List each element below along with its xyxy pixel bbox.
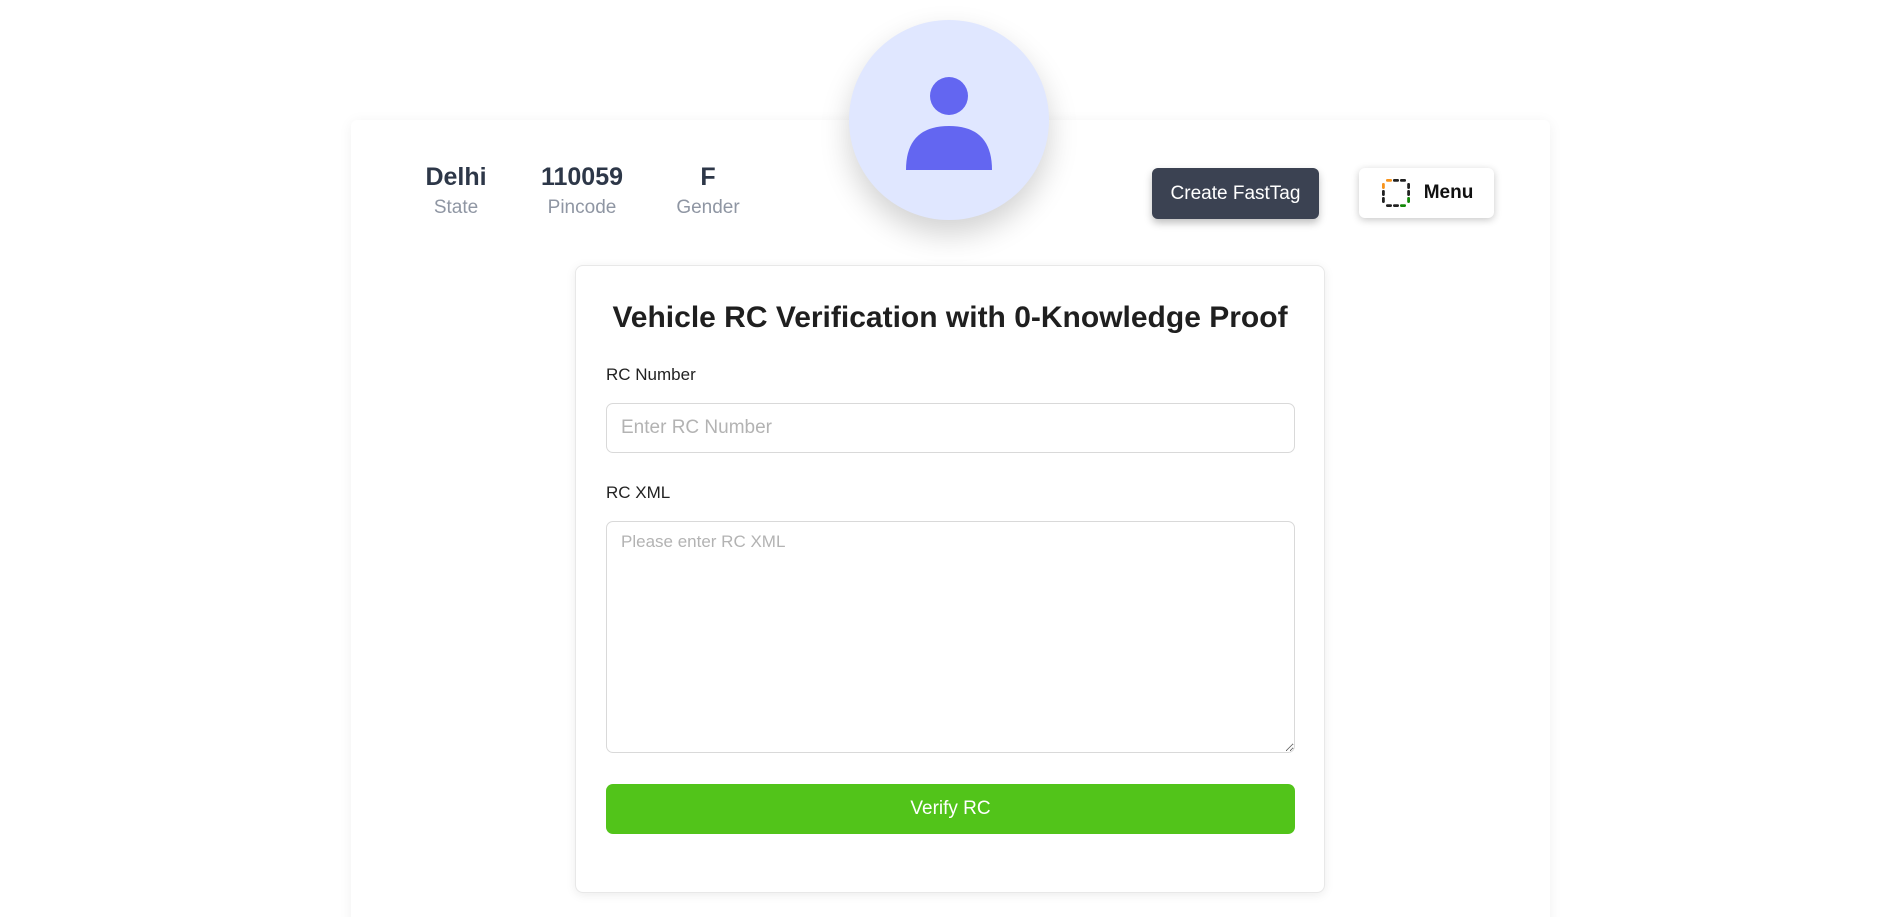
page: Delhi State 110059 Pincode F Gender Crea… [0,0,1897,917]
stat-pincode: 110059 Pincode [541,160,623,222]
rc-number-input[interactable] [606,403,1295,453]
stat-state-label: State [433,197,479,218]
rc-xml-label: RC XML [606,483,671,502]
digilocker-logo-icon [1380,177,1412,209]
create-fasttag-button[interactable]: Create FastTag [1152,168,1319,219]
avatar [849,20,1049,220]
stat-gender-value: F [700,163,716,191]
form-title: Vehicle RC Verification with 0-Knowledge… [612,301,1288,334]
rc-xml-textarea[interactable] [606,521,1295,753]
menu-button-label: Menu [1423,182,1474,203]
stat-pincode-value: 110059 [540,163,624,191]
stat-state: Delhi State [425,160,486,222]
verify-rc-button[interactable]: Verify RC [606,784,1295,834]
stat-gender: F Gender [676,160,739,222]
menu-button[interactable]: Menu [1359,168,1494,218]
stat-state-value: Delhi [425,163,487,191]
user-icon [906,77,992,170]
stat-pincode-label: Pincode [547,197,617,218]
rc-number-label: RC Number [606,365,696,384]
rc-verification-form: Vehicle RC Verification with 0-Knowledge… [575,265,1325,893]
stat-gender-label: Gender [676,197,740,218]
